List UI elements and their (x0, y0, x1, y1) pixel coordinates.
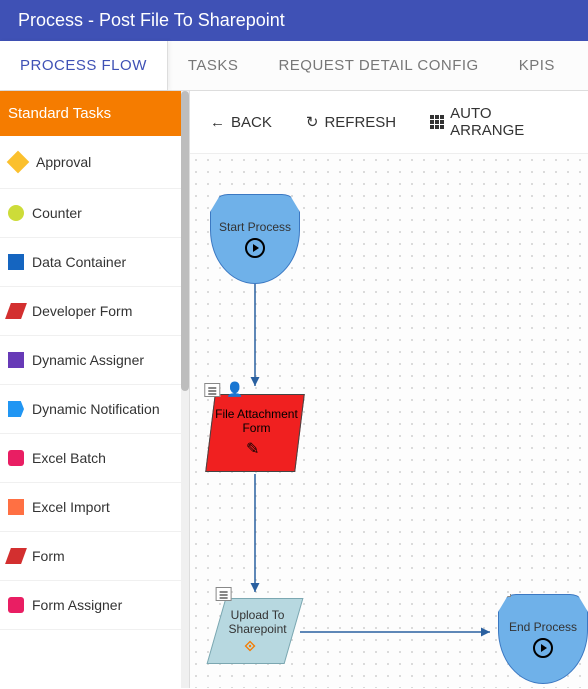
import-icon (8, 499, 24, 515)
refresh-label: REFRESH (324, 114, 396, 131)
sidebar-item-excel-batch[interactable]: Excel Batch (0, 434, 181, 483)
node-label: End Process (509, 620, 577, 634)
document-icon (204, 383, 220, 397)
auto-arrange-label: AUTO ARRANGE (450, 105, 568, 139)
canvas[interactable]: Start Process 👤 File Attachment Form ✎ U… (190, 154, 588, 688)
node-end-process[interactable]: End Process (498, 594, 588, 684)
auto-arrange-button[interactable]: AUTO ARRANGE (430, 105, 568, 139)
document-icon (495, 583, 511, 597)
tab-tasks[interactable]: TASKS (168, 41, 259, 90)
sidebar-item-dynamic-notification[interactable]: Dynamic Notification (0, 385, 181, 434)
form-icon (5, 548, 27, 564)
sidebar-item-label: Form Assigner (32, 597, 122, 613)
sidebar-item-label: Dynamic Notification (32, 401, 160, 417)
refresh-icon: ↻ (306, 113, 319, 131)
sidebar-item-form-assigner[interactable]: Form Assigner (0, 581, 181, 630)
notification-icon (8, 401, 24, 417)
scroll-handle[interactable] (181, 91, 189, 391)
diamond-icon (7, 151, 30, 174)
node-file-attachment-form[interactable]: 👤 File Attachment Form ✎ (205, 394, 305, 472)
refresh-button[interactable]: ↻ REFRESH (306, 113, 396, 131)
sidebar-item-counter[interactable]: Counter (0, 189, 181, 238)
play-icon (533, 638, 553, 658)
sidebar-item-approval[interactable]: Approval (0, 136, 181, 189)
sidebar-item-label: Developer Form (32, 303, 132, 319)
assigner-icon (8, 352, 24, 368)
cloud-icon: ⟐ (245, 638, 256, 655)
sidebar-item-form[interactable]: Form (0, 532, 181, 581)
sidebar-item-label: Approval (36, 154, 91, 170)
play-icon (245, 238, 265, 258)
sidebar-item-label: Data Container (32, 254, 126, 270)
pencil-icon: ✎ (246, 439, 259, 459)
sidebar-item-label: Form (32, 548, 65, 564)
batch-icon (8, 450, 24, 466)
sidebar-header: Standard Tasks (0, 91, 181, 136)
sidebar-item-label: Counter (32, 205, 82, 221)
arrow-left-icon: ← (210, 114, 225, 131)
form-assigner-icon (8, 597, 24, 613)
back-button[interactable]: ← BACK (210, 114, 272, 131)
grid-icon (430, 115, 444, 129)
sidebar-item-dynamic-assigner[interactable]: Dynamic Assigner (0, 336, 181, 385)
document-icon (216, 587, 232, 601)
toolbar: ← BACK ↻ REFRESH AUTO ARRANGE (190, 91, 588, 154)
tab-process-flow[interactable]: PROCESS FLOW (0, 41, 168, 90)
tab-kpis[interactable]: KPIS (499, 41, 575, 90)
node-label: Upload To Sharepoint (220, 608, 296, 636)
sidebar-scrollbar[interactable] (181, 91, 189, 688)
container-icon (8, 254, 24, 270)
sidebar: Standard Tasks Approval Counter Data Con… (0, 91, 190, 688)
node-label: Start Process (219, 220, 291, 234)
sidebar-item-label: Excel Import (32, 499, 110, 515)
sidebar-item-label: Excel Batch (32, 450, 106, 466)
circle-icon (8, 205, 24, 221)
sidebar-item-excel-import[interactable]: Excel Import (0, 483, 181, 532)
node-label: File Attachment Form (212, 407, 300, 435)
back-label: BACK (231, 114, 272, 131)
sidebar-item-data-container[interactable]: Data Container (0, 238, 181, 287)
node-upload-to-sharepoint[interactable]: Upload To Sharepoint ⟐ (207, 598, 304, 664)
person-icon: 👤 (226, 381, 243, 398)
sidebar-item-label: Dynamic Assigner (32, 352, 144, 368)
tab-more[interactable]: P (575, 41, 588, 90)
main-panel: ← BACK ↻ REFRESH AUTO ARRANGE (190, 91, 588, 688)
form-icon (5, 303, 27, 319)
tabs: PROCESS FLOW TASKS REQUEST DETAIL CONFIG… (0, 41, 588, 91)
page-title: Process - Post File To Sharepoint (0, 0, 588, 41)
tab-request-detail-config[interactable]: REQUEST DETAIL CONFIG (258, 41, 498, 90)
node-start-process[interactable]: Start Process (210, 194, 300, 284)
sidebar-item-developer-form[interactable]: Developer Form (0, 287, 181, 336)
